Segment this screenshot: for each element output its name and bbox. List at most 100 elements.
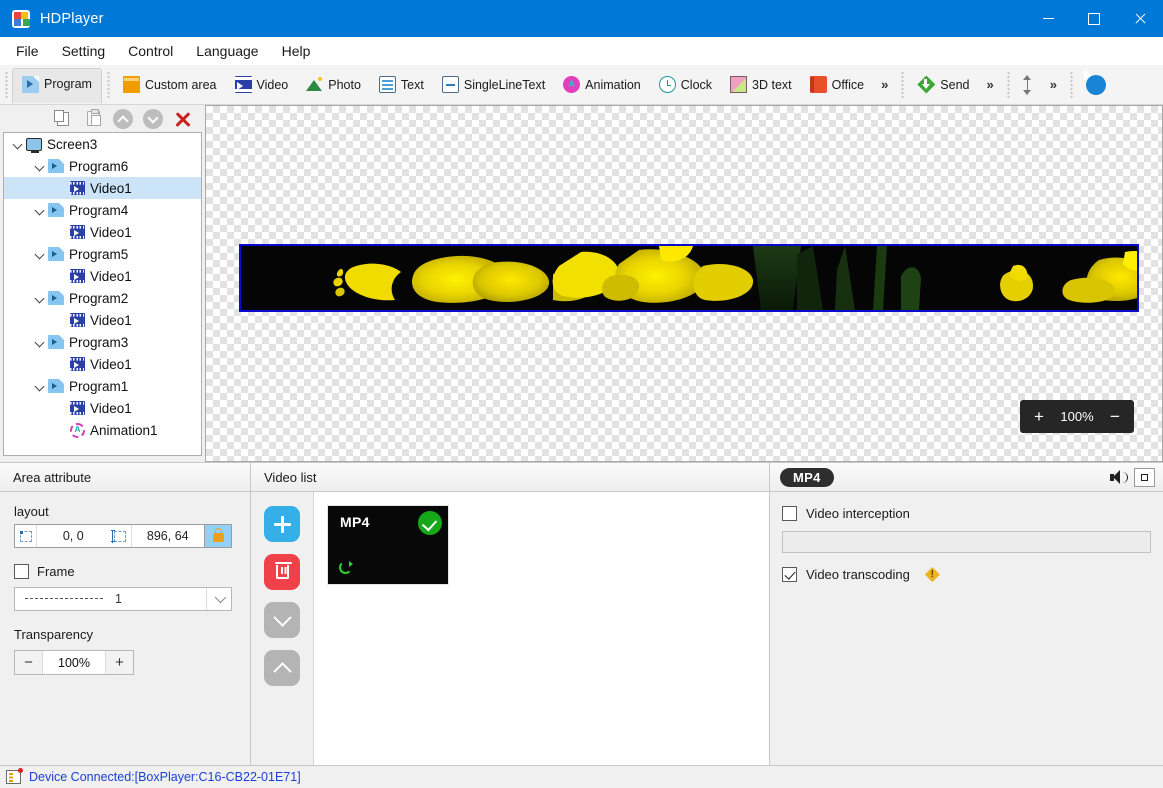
menu-file[interactable]: File	[6, 40, 49, 62]
toolbar-button-single-line-text[interactable]: SingleLineText	[433, 71, 554, 99]
main-toolbar: Program Custom area Video Photo Text Sin…	[0, 65, 1163, 105]
tree-node-label: Program6	[69, 158, 129, 174]
toolbar-grip-5[interactable]	[1067, 71, 1075, 98]
zoom-out-button[interactable]: −	[1100, 408, 1130, 425]
line-style-select[interactable]: 1	[14, 587, 232, 611]
tree-node-video1[interactable]: Video1	[4, 177, 201, 199]
stage-area[interactable]	[239, 244, 1139, 312]
bottom-row: Area attribute layout 0, 0 896, 64 Frame…	[0, 462, 1163, 765]
position-input[interactable]: 0, 0	[37, 525, 110, 547]
transparency-decrease-button[interactable]: −	[15, 651, 43, 674]
zoom-level-value: 100%	[1060, 409, 1094, 424]
tree-node-program5[interactable]: Program5	[4, 243, 201, 265]
minimize-button[interactable]	[1025, 0, 1071, 37]
program-icon	[48, 335, 64, 349]
program-icon	[48, 379, 64, 393]
toolbar-button-text[interactable]: Text	[370, 71, 433, 99]
toolbar-button-3d-text[interactable]: 3D text	[721, 71, 801, 99]
video-interception-input[interactable]	[782, 531, 1151, 553]
warning-icon[interactable]	[924, 567, 940, 582]
chevron-down-icon[interactable]	[206, 588, 231, 610]
toolbar-button-clock[interactable]: Clock	[650, 71, 721, 99]
chevron-down-icon[interactable]	[10, 136, 26, 152]
preview-canvas[interactable]: + 100% −	[205, 105, 1163, 462]
move-video-up-button[interactable]	[264, 650, 300, 686]
chevron-down-icon[interactable]	[32, 158, 48, 174]
copy-button[interactable]	[52, 108, 74, 130]
app-logo-icon	[12, 9, 30, 28]
maximize-button[interactable]	[1071, 0, 1117, 37]
tree-node-label: Video1	[90, 180, 132, 196]
dashed-line-preview-icon	[25, 598, 103, 600]
toolbar-button-video[interactable]: Video	[226, 71, 298, 99]
video-transcoding-checkbox[interactable]	[782, 567, 797, 582]
video-list-panel: Video list MP4	[251, 463, 770, 765]
toolbar-grip[interactable]	[3, 71, 10, 98]
move-handle-icon[interactable]	[1134, 467, 1155, 487]
toolbar-group-send: Send »	[908, 65, 1001, 104]
speaker-icon[interactable]	[1110, 469, 1128, 485]
tree-node-video1[interactable]: Video1	[4, 353, 201, 375]
zoom-in-button[interactable]: +	[1024, 408, 1054, 425]
size-input[interactable]: 896, 64	[132, 525, 205, 547]
add-video-button[interactable]	[264, 506, 300, 542]
menu-language[interactable]: Language	[186, 40, 268, 62]
tree-node-video1[interactable]: Video1	[4, 309, 201, 331]
transparency-increase-button[interactable]: +	[105, 651, 133, 674]
chevron-down-icon[interactable]	[32, 378, 48, 394]
chevron-down-icon[interactable]	[32, 202, 48, 218]
tree-node-program1[interactable]: Program1	[4, 375, 201, 397]
tree-node-video1[interactable]: Video1	[4, 221, 201, 243]
list-item[interactable]: MP4	[328, 506, 448, 584]
tree-node-screen3[interactable]: Screen3	[4, 133, 201, 155]
toolbar-overflow-elements[interactable]: »	[873, 77, 896, 92]
video-interception-checkbox[interactable]	[782, 506, 797, 521]
transparency-value[interactable]: 100%	[43, 651, 105, 674]
chevron-down-icon[interactable]	[32, 334, 48, 350]
chevron-down-icon[interactable]	[32, 290, 48, 306]
tree-node-program6[interactable]: Program6	[4, 155, 201, 177]
toolbar-grip-2[interactable]	[104, 71, 112, 98]
tree-node-video1[interactable]: Video1	[4, 265, 201, 287]
toolbar-button-play[interactable]	[1077, 71, 1115, 99]
lock-aspect-button[interactable]	[204, 525, 231, 547]
animation-icon	[563, 76, 581, 93]
paste-button[interactable]	[82, 108, 104, 130]
toolbar-button-updown[interactable]	[1014, 71, 1042, 99]
move-up-button[interactable]	[112, 108, 134, 130]
check-circle-icon[interactable]	[418, 511, 442, 535]
move-down-button[interactable]	[142, 108, 164, 130]
tree-node-animation1[interactable]: Animation1	[4, 419, 201, 441]
toolbar-button-program[interactable]: Program	[12, 68, 102, 104]
menu-control[interactable]: Control	[118, 40, 183, 62]
toolbar-overflow-send[interactable]: »	[979, 77, 1002, 92]
delete-button[interactable]	[172, 108, 194, 130]
toolbar-button-office[interactable]: Office	[801, 71, 873, 99]
tree-node-program2[interactable]: Program2	[4, 287, 201, 309]
toolbar-grip-4[interactable]	[1004, 71, 1012, 98]
toolbar-grip-3[interactable]	[899, 71, 907, 98]
updown-arrow-icon	[1023, 74, 1033, 95]
chevron-down-icon[interactable]	[32, 246, 48, 262]
toolbar-button-send[interactable]: Send	[908, 71, 978, 99]
minimize-icon	[1042, 18, 1054, 19]
tree-node-program4[interactable]: Program4	[4, 199, 201, 221]
menu-help[interactable]: Help	[272, 40, 321, 62]
close-button[interactable]	[1117, 0, 1163, 37]
toolbar-overflow-transfer[interactable]: »	[1042, 77, 1065, 92]
tree-node-program3[interactable]: Program3	[4, 331, 201, 353]
video-item-label: MP4	[340, 514, 370, 530]
3d-text-icon	[730, 76, 748, 93]
toolbar-button-custom-area[interactable]: Custom area	[114, 71, 226, 99]
toolbar-button-photo-label: Photo	[328, 77, 361, 92]
toolbar-button-animation[interactable]: Animation	[554, 71, 650, 99]
delete-video-button[interactable]	[264, 554, 300, 590]
toolbar-button-clock-label: Clock	[680, 77, 713, 92]
frame-checkbox[interactable]	[14, 564, 29, 579]
move-video-down-button[interactable]	[264, 602, 300, 638]
tree-node-label: Video1	[90, 224, 132, 240]
program-tree[interactable]: Screen3 Program6 Video1 Program4 Video1 Progr…	[3, 132, 202, 456]
menu-setting[interactable]: Setting	[52, 40, 116, 62]
tree-node-video1[interactable]: Video1	[4, 397, 201, 419]
toolbar-button-photo[interactable]: Photo	[297, 71, 370, 99]
